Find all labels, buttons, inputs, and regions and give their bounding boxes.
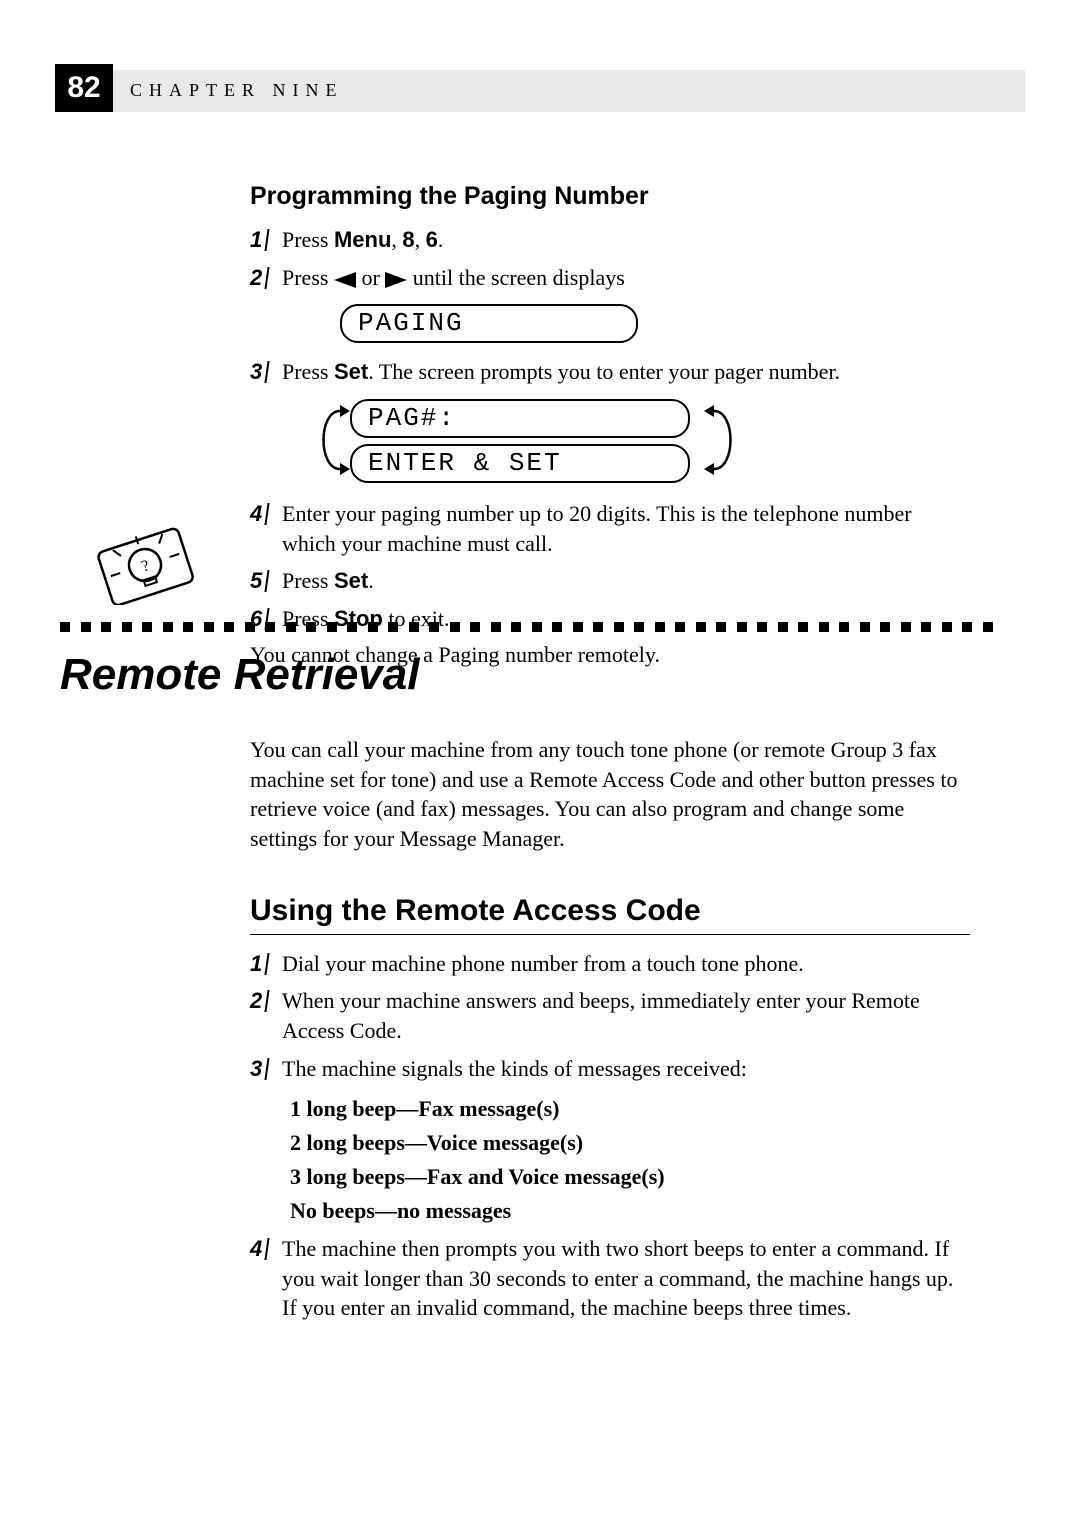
page-number-badge: 82 [55, 64, 113, 112]
page-number: 82 [67, 71, 100, 105]
step-body: Press or until the screen displays [282, 263, 970, 293]
step-number: 2 [250, 263, 282, 293]
signal-item: No beeps—no messages [290, 1194, 970, 1228]
lcd-text: PAGING [340, 304, 638, 343]
step-number: 4 [250, 499, 282, 529]
step-body: Enter your paging number up to 20 digits… [282, 499, 970, 558]
lcd-text-bottom: ENTER & SET [350, 444, 690, 483]
page-header: 82 CHAPTER NINE [55, 70, 1025, 112]
right-arrow-icon [385, 272, 407, 288]
rr-step-4: 4 The machine then prompts you with two … [250, 1234, 970, 1323]
step-number: 5 [250, 566, 282, 596]
section1-title: Programming the Paging Number [250, 182, 970, 211]
rr-step-1: 1 Dial your machine phone number from a … [250, 949, 970, 979]
step-number: 2 [250, 986, 282, 1016]
step-5: 5 Press Set. [250, 566, 970, 596]
signal-item: 3 long beeps—Fax and Voice message(s) [290, 1160, 970, 1194]
lcd-text-top: PAG#: [350, 399, 690, 438]
page: 82 CHAPTER NINE Programming the Paging N… [0, 0, 1080, 1526]
step-body: The machine signals the kinds of message… [282, 1054, 970, 1084]
step-3: 3 Press Set. The screen prompts you to e… [250, 357, 970, 387]
step-body: Press Set. [282, 566, 970, 596]
cycle-right-icon [704, 401, 744, 479]
step-4: 4 Enter your paging number up to 20 digi… [250, 499, 970, 558]
section2-intro: You can call your machine from any touch… [250, 735, 970, 854]
step-number: 1 [250, 225, 282, 255]
step-body: Press Set. The screen prompts you to ent… [282, 357, 970, 387]
step-body: Press Menu, 8, 6. [282, 225, 970, 255]
section-divider: Remote Retrieval [60, 622, 1002, 700]
dotted-rule [60, 622, 1002, 636]
section2-title: Remote Retrieval [60, 650, 1002, 700]
step-1: 1 Press Menu, 8, 6. [250, 225, 970, 255]
lcd-display: PAGING [340, 304, 970, 343]
rr-step-2: 2 When your machine answers and beeps, i… [250, 986, 970, 1045]
step-body: The machine then prompts you with two sh… [282, 1234, 970, 1323]
step-number: 1 [250, 949, 282, 979]
cycle-left-icon [310, 401, 350, 479]
lcd-display-pair: PAG#: ENTER & SET [330, 399, 690, 483]
step-body: When your machine answers and beeps, imm… [282, 986, 970, 1045]
signal-item: 2 long beeps—Voice message(s) [290, 1126, 970, 1160]
section-remote-retrieval: You can call your machine from any touch… [250, 735, 970, 1331]
step-body: Dial your machine phone number from a to… [282, 949, 970, 979]
subsection-title: Using the Remote Access Code [250, 894, 970, 935]
step-2: 2 Press or until the screen displays [250, 263, 970, 293]
rr-step-3: 3 The machine signals the kinds of messa… [250, 1054, 970, 1084]
step-number: 3 [250, 357, 282, 387]
lightbulb-tip-icon: ? [95, 525, 195, 605]
step-number: 4 [250, 1234, 282, 1264]
signal-list: 1 long beep—Fax message(s) 2 long beeps—… [290, 1092, 970, 1228]
left-arrow-icon [334, 272, 356, 288]
section-programming-paging: Programming the Paging Number 1 Press Me… [250, 182, 970, 668]
chapter-label: CHAPTER NINE [130, 80, 344, 101]
signal-item: 1 long beep—Fax message(s) [290, 1092, 970, 1126]
step-number: 3 [250, 1054, 282, 1084]
